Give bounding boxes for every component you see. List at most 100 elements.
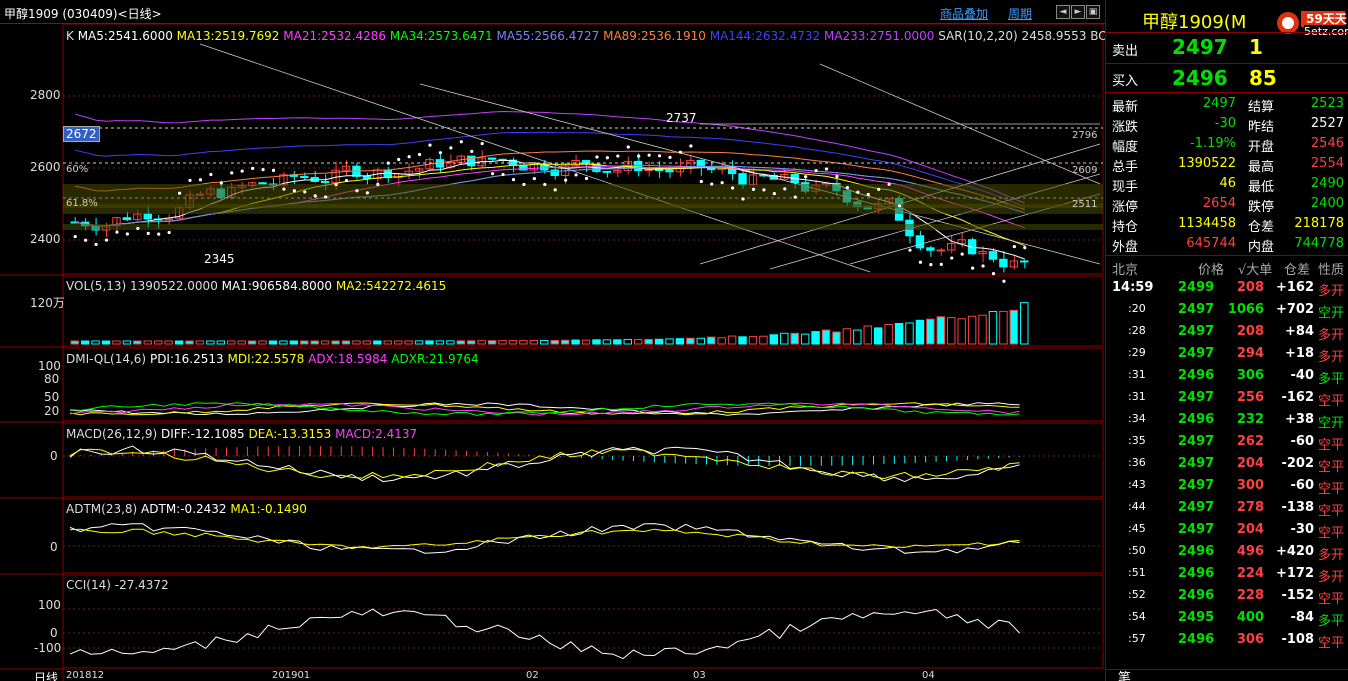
- dmi-legend-pdi: PDI:16.2513: [149, 352, 224, 366]
- volume-bar: [936, 316, 946, 345]
- adtm-legend-main: ADTM(23,8): [66, 502, 138, 516]
- stat-value-left: 1134458: [1178, 216, 1236, 231]
- volume-bar: [320, 340, 330, 345]
- tick-position-change: -138: [1281, 500, 1314, 515]
- scroll-left-icon[interactable]: ◄: [1056, 5, 1070, 19]
- sar-dot: [438, 151, 443, 155]
- sar-dot: [292, 189, 296, 193]
- macd-legend-main: MACD(26,12,9): [66, 427, 158, 441]
- candle-body: [936, 249, 946, 252]
- sar-dot: [386, 161, 390, 165]
- macd-legend: MACD(26,12,9) DIFF:-12.1085 DEA:-13.3153…: [66, 427, 417, 441]
- cci-axis-0: 0: [50, 626, 58, 640]
- candlestick-layer: [63, 43, 1103, 283]
- quote-panel: 甲醇1909(M 59天天 5etz.com 卖出 2497 1 买入 2496…: [1105, 0, 1348, 681]
- volume-bar: [613, 339, 622, 345]
- stat-value-right: 2523: [1310, 96, 1344, 111]
- sar-dot: [720, 181, 724, 185]
- dmi-legend-main: DMI-QL(14,6): [66, 352, 147, 366]
- volume-bar: [1020, 302, 1029, 345]
- volume-bar: [206, 340, 215, 345]
- tick-position-change: +162: [1275, 280, 1314, 295]
- tick-volume: 294: [1236, 346, 1264, 361]
- tick-nature: 多平: [1318, 372, 1345, 387]
- volume-bar: [435, 340, 445, 345]
- volume-bar: [675, 338, 685, 345]
- volume-bar: [884, 323, 893, 345]
- tick-nature: 空平: [1318, 394, 1345, 409]
- legend-ma89: MA89:2536.1910: [603, 29, 706, 43]
- volume-bar: [143, 340, 152, 345]
- candle-body: [738, 173, 747, 186]
- volume-bar: [581, 339, 591, 345]
- zoom-icon[interactable]: ▣: [1086, 5, 1100, 19]
- candle-body: [487, 157, 497, 160]
- sar-dot: [240, 169, 244, 173]
- scroll-right-icon[interactable]: ►: [1071, 5, 1085, 19]
- volume-profile-band: [63, 204, 1103, 214]
- tick-volume: 208: [1236, 324, 1264, 339]
- tick-price: 2497: [1178, 500, 1215, 515]
- sar-dot: [751, 187, 756, 191]
- stat-value-right: 218178: [1294, 216, 1344, 231]
- sar-dot: [177, 191, 182, 195]
- bottom-tab-label[interactable]: 笔: [1118, 667, 1131, 681]
- tick-price: 2497: [1178, 346, 1215, 361]
- volume-bar: [164, 340, 173, 345]
- tick-header-city: 北京: [1112, 263, 1139, 278]
- stat-value-left: 46: [1219, 176, 1236, 191]
- volume-bar: [769, 334, 779, 345]
- adtm-line: [69, 523, 1020, 554]
- sar-dot: [762, 188, 766, 192]
- period-link[interactable]: 周期: [1008, 5, 1032, 22]
- tick-time: :20: [1128, 302, 1146, 315]
- macd-dea-line: [69, 448, 1020, 480]
- volume-bar: [967, 315, 977, 345]
- volume-bar: [404, 340, 413, 345]
- sar-dot: [595, 155, 599, 159]
- tick-volume: 1066: [1227, 302, 1264, 317]
- tick-time: :52: [1128, 588, 1146, 601]
- sar-dot: [303, 190, 307, 194]
- sar-dot: [449, 146, 453, 150]
- stat-label-right: 昨结: [1248, 120, 1275, 135]
- overlay-commodity-link[interactable]: 商品叠加: [940, 5, 988, 22]
- tick-position-change: -108: [1281, 632, 1314, 647]
- sell-label: 卖出: [1112, 44, 1139, 59]
- volume-bar: [352, 340, 361, 345]
- tick-price: 2497: [1178, 478, 1215, 493]
- stat-label-left: 涨跌: [1112, 120, 1139, 135]
- cci-line: [69, 608, 1020, 660]
- tick-volume: 300: [1236, 478, 1264, 493]
- volume-bar: [759, 335, 768, 345]
- sar-dot: [344, 178, 349, 183]
- volume-bar: [153, 340, 163, 345]
- candle-body: [915, 235, 925, 249]
- tick-time: :31: [1128, 390, 1146, 403]
- volume-bar: [978, 314, 987, 345]
- volume-bar: [707, 336, 716, 345]
- sar-dot: [146, 231, 150, 235]
- fib-618-label: 61.8%: [66, 198, 98, 209]
- price-cursor-box: 2672: [63, 126, 100, 142]
- tick-time: 14:59: [1112, 280, 1154, 295]
- sar-dot: [772, 192, 776, 196]
- volume-bar: [926, 318, 935, 345]
- volume-bar: [456, 340, 466, 345]
- tick-volume: 400: [1236, 610, 1264, 625]
- tick-header-nature: 性质: [1318, 263, 1345, 278]
- tick-nature: 多开: [1318, 284, 1345, 299]
- volume-bar: [414, 340, 424, 345]
- sell-volume: 1: [1249, 35, 1263, 59]
- sar-dot: [428, 143, 432, 147]
- tick-nature: 多开: [1318, 548, 1345, 563]
- adtm-axis-zero: 0: [50, 540, 58, 554]
- volume-bar: [592, 339, 601, 345]
- sar-dot: [616, 154, 620, 158]
- tick-volume: 208: [1236, 280, 1264, 295]
- tick-volume: 232: [1236, 412, 1264, 427]
- tick-price: 2497: [1178, 522, 1215, 537]
- sar-dot: [365, 191, 369, 195]
- volume-bar: [654, 338, 664, 345]
- adtm-legend-ma1: MA1:-0.1490: [230, 502, 307, 516]
